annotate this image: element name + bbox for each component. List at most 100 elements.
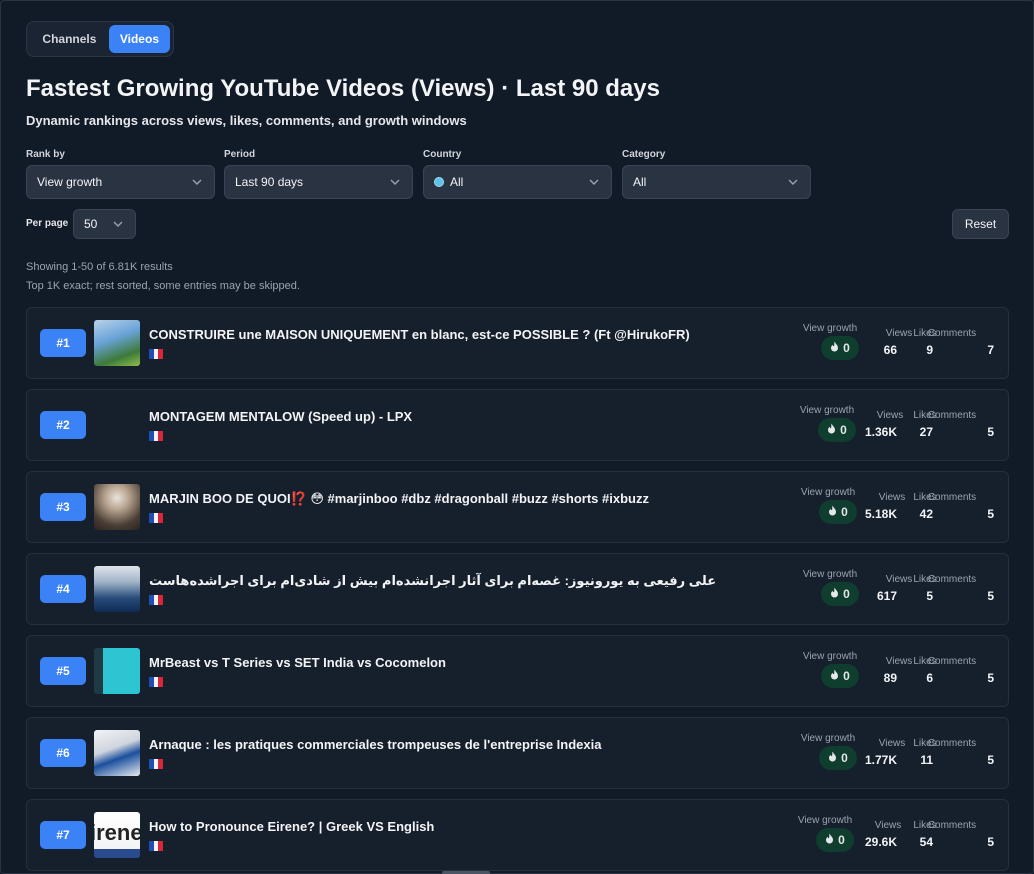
video-title[interactable]: Arnaque : les pratiques commerciales tro…: [149, 737, 601, 752]
video-thumbnail[interactable]: [94, 648, 140, 694]
view-growth-value: 0: [841, 751, 848, 765]
view-growth-value: 0: [843, 669, 850, 683]
france-flag-icon: [149, 841, 164, 851]
thumbnail-text: irene: [94, 820, 140, 845]
flame-icon: [828, 751, 837, 765]
comments-label: Comments: [927, 492, 977, 503]
comments-value: 5: [987, 425, 994, 439]
view-growth-value: 0: [840, 423, 847, 437]
view-growth-pill: 0: [818, 418, 856, 442]
video-thumbnail[interactable]: [94, 566, 140, 612]
comments-value: 5: [987, 507, 994, 521]
per-page-select[interactable]: 50: [73, 209, 136, 239]
per-page-label: Per page: [26, 218, 69, 229]
flame-icon: [830, 587, 839, 601]
video-title[interactable]: MrBeast vs T Series vs SET India vs Coco…: [149, 655, 446, 670]
rank-badge: #2: [40, 411, 86, 439]
rank-badge: #1: [40, 329, 86, 357]
results-info: Showing 1-50 of 6.81K results: [26, 261, 173, 273]
views-value: 5.18K: [864, 507, 897, 521]
video-row[interactable]: #7 irene How to Pronounce Eirene? | Gree…: [26, 799, 1009, 871]
rank-badge: #5: [40, 657, 86, 685]
video-title[interactable]: علی رفیعی به یورونیوز: غصه‌ام برای آثار …: [149, 573, 716, 589]
video-thumbnail[interactable]: irene: [94, 812, 140, 858]
video-title[interactable]: How to Pronounce Eirene? | Greek VS Engl…: [149, 819, 434, 834]
france-flag-icon: [149, 677, 164, 687]
chevron-down-icon: [113, 221, 123, 227]
flame-icon: [825, 833, 834, 847]
video-row[interactable]: #4 علی رفیعی به یورونیوز: غصه‌ام برای آث…: [26, 553, 1009, 625]
rank-badge: #7: [40, 821, 86, 849]
rank-badge: #3: [40, 493, 86, 521]
view-growth-pill: 0: [819, 500, 857, 524]
category-select[interactable]: All: [622, 165, 811, 199]
reset-button[interactable]: Reset: [952, 209, 1009, 239]
views-value: 617: [876, 589, 897, 603]
video-title[interactable]: CONSTRUIRE une MAISON UNIQUEMENT en blan…: [149, 327, 690, 342]
views-value: 89: [883, 671, 897, 685]
comments-value: 5: [987, 835, 994, 849]
video-row[interactable]: #6 Arnaque : les pratiques commerciales …: [26, 717, 1009, 789]
comments-label: Comments: [927, 820, 977, 831]
tab-videos[interactable]: Videos: [108, 25, 170, 53]
period-select[interactable]: Last 90 days: [224, 165, 413, 199]
likes-value: 6: [926, 671, 933, 685]
comments-label: Comments: [927, 574, 977, 585]
likes-value: 27: [919, 425, 933, 439]
view-growth-label: View growth: [797, 815, 853, 826]
likes-value: 54: [919, 835, 933, 849]
country-label: Country: [423, 149, 462, 160]
view-growth-value: 0: [843, 341, 850, 355]
category-label: Category: [622, 149, 666, 160]
video-thumbnail[interactable]: [94, 402, 140, 448]
rank-badge: #4: [40, 575, 86, 603]
video-row[interactable]: #3 MARJIN BOO DE QUOI⁉️ 😳 #marjinboo #db…: [26, 471, 1009, 543]
video-row[interactable]: #2 MONTAGEM MENTALOW (Speed up) - LPX Vi…: [26, 389, 1009, 461]
per-page-value: 50: [84, 217, 98, 231]
video-row[interactable]: #1 CONSTRUIRE une MAISON UNIQUEMENT en b…: [26, 307, 1009, 379]
flame-icon: [827, 423, 836, 437]
chevron-down-icon: [589, 179, 599, 185]
view-growth-label: View growth: [802, 323, 858, 334]
rank-by-label: Rank by: [26, 149, 65, 160]
country-value: All: [450, 175, 464, 189]
likes-value: 9: [926, 343, 933, 357]
video-title[interactable]: MONTAGEM MENTALOW (Speed up) - LPX: [149, 409, 412, 424]
france-flag-icon: [149, 513, 164, 523]
globe-icon: [434, 177, 444, 187]
france-flag-icon: [149, 349, 164, 359]
rank-by-value: View growth: [37, 175, 103, 189]
views-value: 66: [883, 343, 897, 357]
video-thumbnail[interactable]: [94, 730, 140, 776]
france-flag-icon: [149, 431, 164, 441]
video-thumbnail[interactable]: [94, 484, 140, 530]
comments-label: Comments: [927, 738, 977, 749]
view-growth-label: View growth: [802, 569, 858, 580]
view-growth-label: View growth: [799, 405, 855, 416]
comments-value: 5: [987, 589, 994, 603]
likes-value: 11: [920, 753, 933, 767]
chevron-down-icon: [788, 179, 798, 185]
likes-value: 42: [919, 507, 933, 521]
period-value: Last 90 days: [235, 175, 304, 189]
views-value: 1.77K: [864, 753, 897, 767]
app-frame: Channels Videos Fastest Growing YouTube …: [0, 0, 1034, 874]
view-toggle: Channels Videos: [26, 21, 174, 57]
video-row[interactable]: #5 MrBeast vs T Series vs SET India vs C…: [26, 635, 1009, 707]
tab-channels[interactable]: Channels: [30, 25, 109, 53]
rank-by-select[interactable]: View growth: [26, 165, 215, 199]
view-growth-value: 0: [843, 587, 850, 601]
video-title[interactable]: MARJIN BOO DE QUOI⁉️ 😳 #marjinboo #dbz #…: [149, 491, 649, 507]
view-growth-label: View growth: [800, 487, 856, 498]
view-growth-pill: 0: [821, 582, 859, 606]
rank-badge: #6: [40, 739, 86, 767]
video-thumbnail[interactable]: [94, 320, 140, 366]
comments-value: 5: [987, 671, 994, 685]
results-note: Top 1K exact; rest sorted, some entries …: [26, 280, 300, 292]
comments-value: 7: [987, 343, 994, 357]
view-growth-pill: 0: [821, 664, 859, 688]
likes-value: 5: [926, 589, 933, 603]
comments-label: Comments: [927, 328, 977, 339]
country-select[interactable]: All: [423, 165, 612, 199]
flame-icon: [830, 341, 839, 355]
